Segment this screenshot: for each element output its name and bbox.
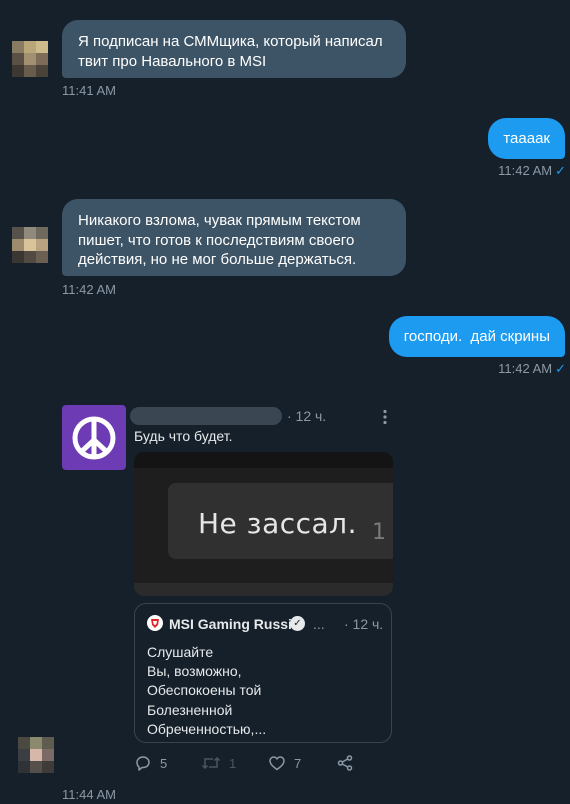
quoted-tweet-time[interactable]: · 12 ч. — [344, 616, 383, 632]
message-text-line: пишет, что готов к последствиям своего — [78, 231, 355, 249]
tweet-more-icon[interactable] — [382, 409, 388, 425]
message-text: господи. дай скрины — [403, 328, 550, 345]
quoted-text-line: Обеспокоены той — [147, 682, 262, 699]
like-count: 7 — [294, 755, 302, 771]
message-text-line: действия, но не мог больше держаться. — [78, 251, 357, 268]
tweet-actions: 5 1 7 — [134, 754, 394, 774]
message-text-line: твит про Навального в MSI — [78, 52, 267, 70]
message-text-line: Никакого взлома, чувак прямым текстом — [78, 212, 361, 229]
message-timestamp: 11:44 AM — [62, 787, 116, 802]
incoming-message[interactable]: Я подписан на СММщика, который написал т… — [62, 20, 406, 78]
quoted-tweet-text: Слушайте Вы, возможно, Обеспокоены той Б… — [147, 643, 266, 739]
sent-check-icon: ✓ — [555, 163, 566, 178]
message-timestamp: 11:42 AM — [498, 163, 553, 178]
outgoing-message[interactable]: господи. дай скрины — [388, 316, 565, 357]
retweet-button[interactable]: 1 — [201, 754, 236, 772]
reply-button[interactable]: 5 — [134, 754, 167, 772]
sender-avatar[interactable] — [18, 737, 54, 773]
reply-count: 5 — [160, 755, 168, 771]
message-text: тааaак — [503, 130, 550, 147]
like-button[interactable]: 7 — [268, 754, 301, 772]
tweet-time[interactable]: · 12 ч. — [287, 408, 326, 424]
media-caption: Не зассал. — [198, 507, 357, 540]
tweet-author-name-blurred[interactable] — [130, 407, 282, 425]
verified-badge-icon: ✓ — [290, 616, 305, 631]
incoming-message[interactable]: Никакого взлома, чувак прямым текстом пи… — [62, 199, 406, 276]
share-icon — [337, 755, 353, 771]
media-partial-number: 1 — [372, 520, 386, 545]
quoted-text-line: Болезненной — [147, 701, 233, 718]
reply-icon — [136, 756, 150, 771]
msi-logo-icon — [147, 615, 163, 631]
message-timestamp-sent: 11:42 AM ✓ — [498, 163, 566, 179]
quoted-text-line: Вы, возможно, — [147, 663, 242, 680]
message-timestamp: 11:41 AM — [62, 83, 116, 98]
peace-sign-icon — [72, 416, 116, 459]
sender-avatar[interactable] — [12, 227, 48, 263]
quoted-text-line: Слушайте — [147, 644, 214, 660]
quoted-author-handle-truncated: ... — [313, 616, 325, 632]
quoted-text-line: Обреченностью,... — [147, 720, 267, 737]
message-text-line: Я подписан на СММщика, который написал — [78, 33, 383, 50]
sender-avatar[interactable] — [12, 41, 48, 77]
quoted-tweet[interactable]: MSI Gaming Russia ✓ ... · 12 ч. Слушайте… — [134, 603, 392, 743]
tweet-media-image[interactable]: Не зассал. 1 — [134, 452, 393, 596]
heart-icon — [269, 756, 285, 771]
retweet-count: 1 — [229, 755, 237, 771]
message-timestamp: 11:42 AM — [498, 361, 553, 376]
message-timestamp: 11:42 AM — [62, 282, 116, 297]
tweet-author-avatar[interactable] — [62, 405, 126, 470]
outgoing-message[interactable]: тааaак — [488, 118, 565, 159]
tweet-text: Будь что будет. — [134, 428, 233, 444]
sent-check-icon: ✓ — [555, 361, 566, 376]
quoted-author-name[interactable]: MSI Gaming Russia — [169, 616, 300, 632]
message-timestamp-sent: 11:42 AM ✓ — [498, 361, 566, 377]
share-button[interactable] — [336, 754, 354, 772]
retweet-icon — [201, 756, 221, 770]
